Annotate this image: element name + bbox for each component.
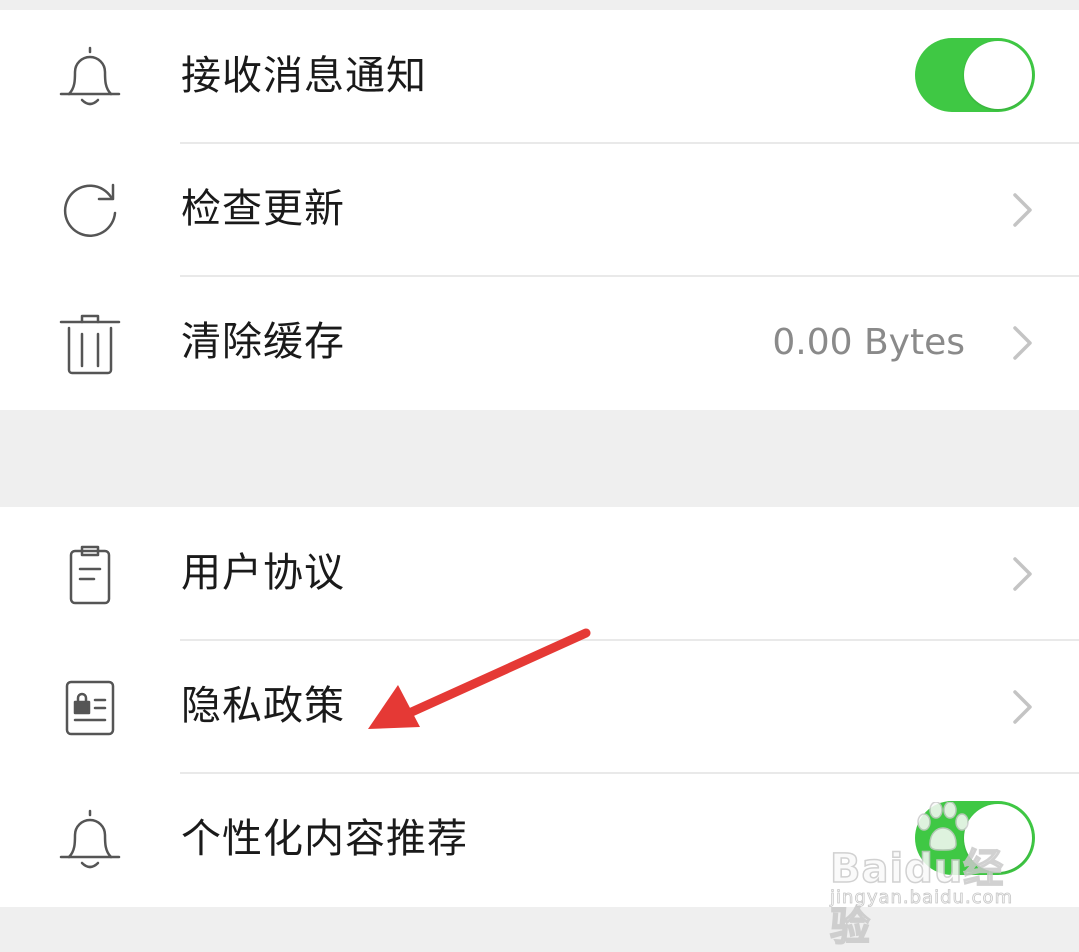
check-update-label: 检查更新 <box>181 186 345 232</box>
trash-icon <box>55 310 125 376</box>
annotation-arrow-icon <box>368 628 591 729</box>
chevron-right-icon <box>1013 193 1032 227</box>
notification-setting-row[interactable]: 接收消息通知 <box>0 10 1079 143</box>
chevron-right-icon <box>1013 690 1032 724</box>
privacy-document-icon <box>55 674 125 740</box>
watermark-url: jingyan.baidu.com <box>830 887 1014 909</box>
bell-icon <box>55 44 125 110</box>
clipboard-icon <box>55 541 125 607</box>
toggle-knob <box>964 41 1032 109</box>
user-agreement-label: 用户协议 <box>181 550 345 596</box>
notification-setting-label: 接收消息通知 <box>181 53 427 99</box>
baidu-jingyan-watermark: Baidu经验 jingyan.baidu.com <box>826 800 1026 951</box>
notification-toggle[interactable] <box>915 38 1035 112</box>
check-update-row[interactable]: 检查更新 <box>0 142 1079 276</box>
clear-cache-label: 清除缓存 <box>181 319 345 365</box>
refresh-icon <box>55 177 125 243</box>
chevron-right-icon <box>1013 557 1032 591</box>
personalized-recommendation-label: 个性化内容推荐 <box>181 816 468 862</box>
bell-icon <box>55 807 125 873</box>
cache-size-value: 0.00 Bytes <box>772 322 965 363</box>
user-agreement-row[interactable]: 用户协议 <box>0 507 1079 640</box>
privacy-policy-label: 隐私政策 <box>181 683 345 729</box>
chevron-right-icon <box>1013 326 1032 360</box>
clear-cache-row[interactable]: 清除缓存 0.00 Bytes <box>0 275 1079 409</box>
settings-group-general: 接收消息通知 检查更新 清除缓存 0.00 Bytes <box>0 10 1079 410</box>
